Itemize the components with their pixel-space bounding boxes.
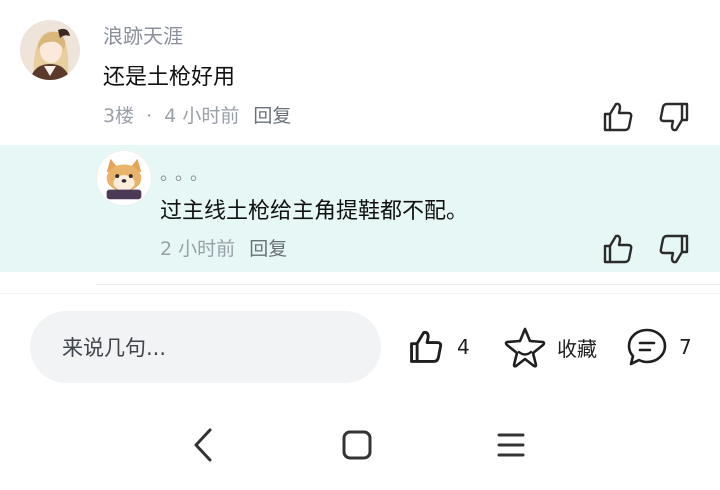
nav-back-button[interactable] — [190, 426, 216, 464]
thumbs-down-icon — [659, 234, 689, 264]
thumbs-down-icon — [659, 102, 689, 132]
floor-number: 3楼 — [103, 105, 135, 127]
favorite-button[interactable]: 收藏 — [503, 325, 597, 369]
comment-content: 还是土枪好用 — [103, 65, 236, 90]
reply-content: 过主线土枪给主角提鞋都不配。 — [160, 199, 469, 224]
reply-dislike-button[interactable] — [656, 231, 692, 267]
comment-like-button[interactable] — [600, 99, 636, 135]
nav-menu-button[interactable] — [495, 430, 527, 460]
thumbs-up-icon — [603, 234, 633, 264]
comment-time: 4 小时前 — [164, 105, 240, 127]
comments-button[interactable]: 7 — [625, 325, 692, 369]
reply-like-button[interactable] — [600, 231, 636, 267]
menu-lines-icon — [497, 433, 525, 457]
replier-username[interactable]: 。。。 — [160, 160, 214, 186]
reply-time: 2 小时前 — [160, 238, 236, 260]
anime-girl-avatar-icon — [20, 20, 80, 80]
comment-input-placeholder: 来说几句... — [62, 336, 167, 360]
reply-divider — [96, 284, 720, 285]
comment-meta: 3楼 · 4 小时前 回复 — [103, 103, 291, 129]
replier-avatar[interactable] — [96, 150, 152, 206]
shiba-dog-avatar-icon — [97, 151, 151, 205]
reply-reply-button[interactable]: 回复 — [249, 238, 287, 260]
comment-dislike-button[interactable] — [656, 99, 692, 135]
commenter-username[interactable]: 浪跡天涯 — [103, 22, 183, 50]
post-like-button[interactable]: 4 — [405, 327, 470, 367]
like-count: 4 — [457, 335, 470, 359]
reply-button[interactable]: 回复 — [253, 105, 291, 127]
star-icon — [504, 327, 546, 368]
comment-bubble-icon — [627, 328, 667, 366]
comment-input[interactable]: 来说几句... — [30, 311, 381, 383]
reply-meta: 2 小时前 回复 — [160, 236, 287, 262]
home-square-icon — [342, 430, 372, 460]
meta-separator: · — [146, 105, 153, 127]
thumbs-up-icon — [410, 330, 443, 363]
comment-count: 7 — [679, 335, 692, 359]
back-chevron-icon — [194, 428, 212, 462]
favorite-label: 收藏 — [557, 336, 597, 361]
nav-home-button[interactable] — [340, 428, 374, 462]
thumbs-up-icon — [603, 102, 633, 132]
commenter-avatar[interactable] — [20, 20, 80, 80]
section-divider — [0, 293, 720, 294]
